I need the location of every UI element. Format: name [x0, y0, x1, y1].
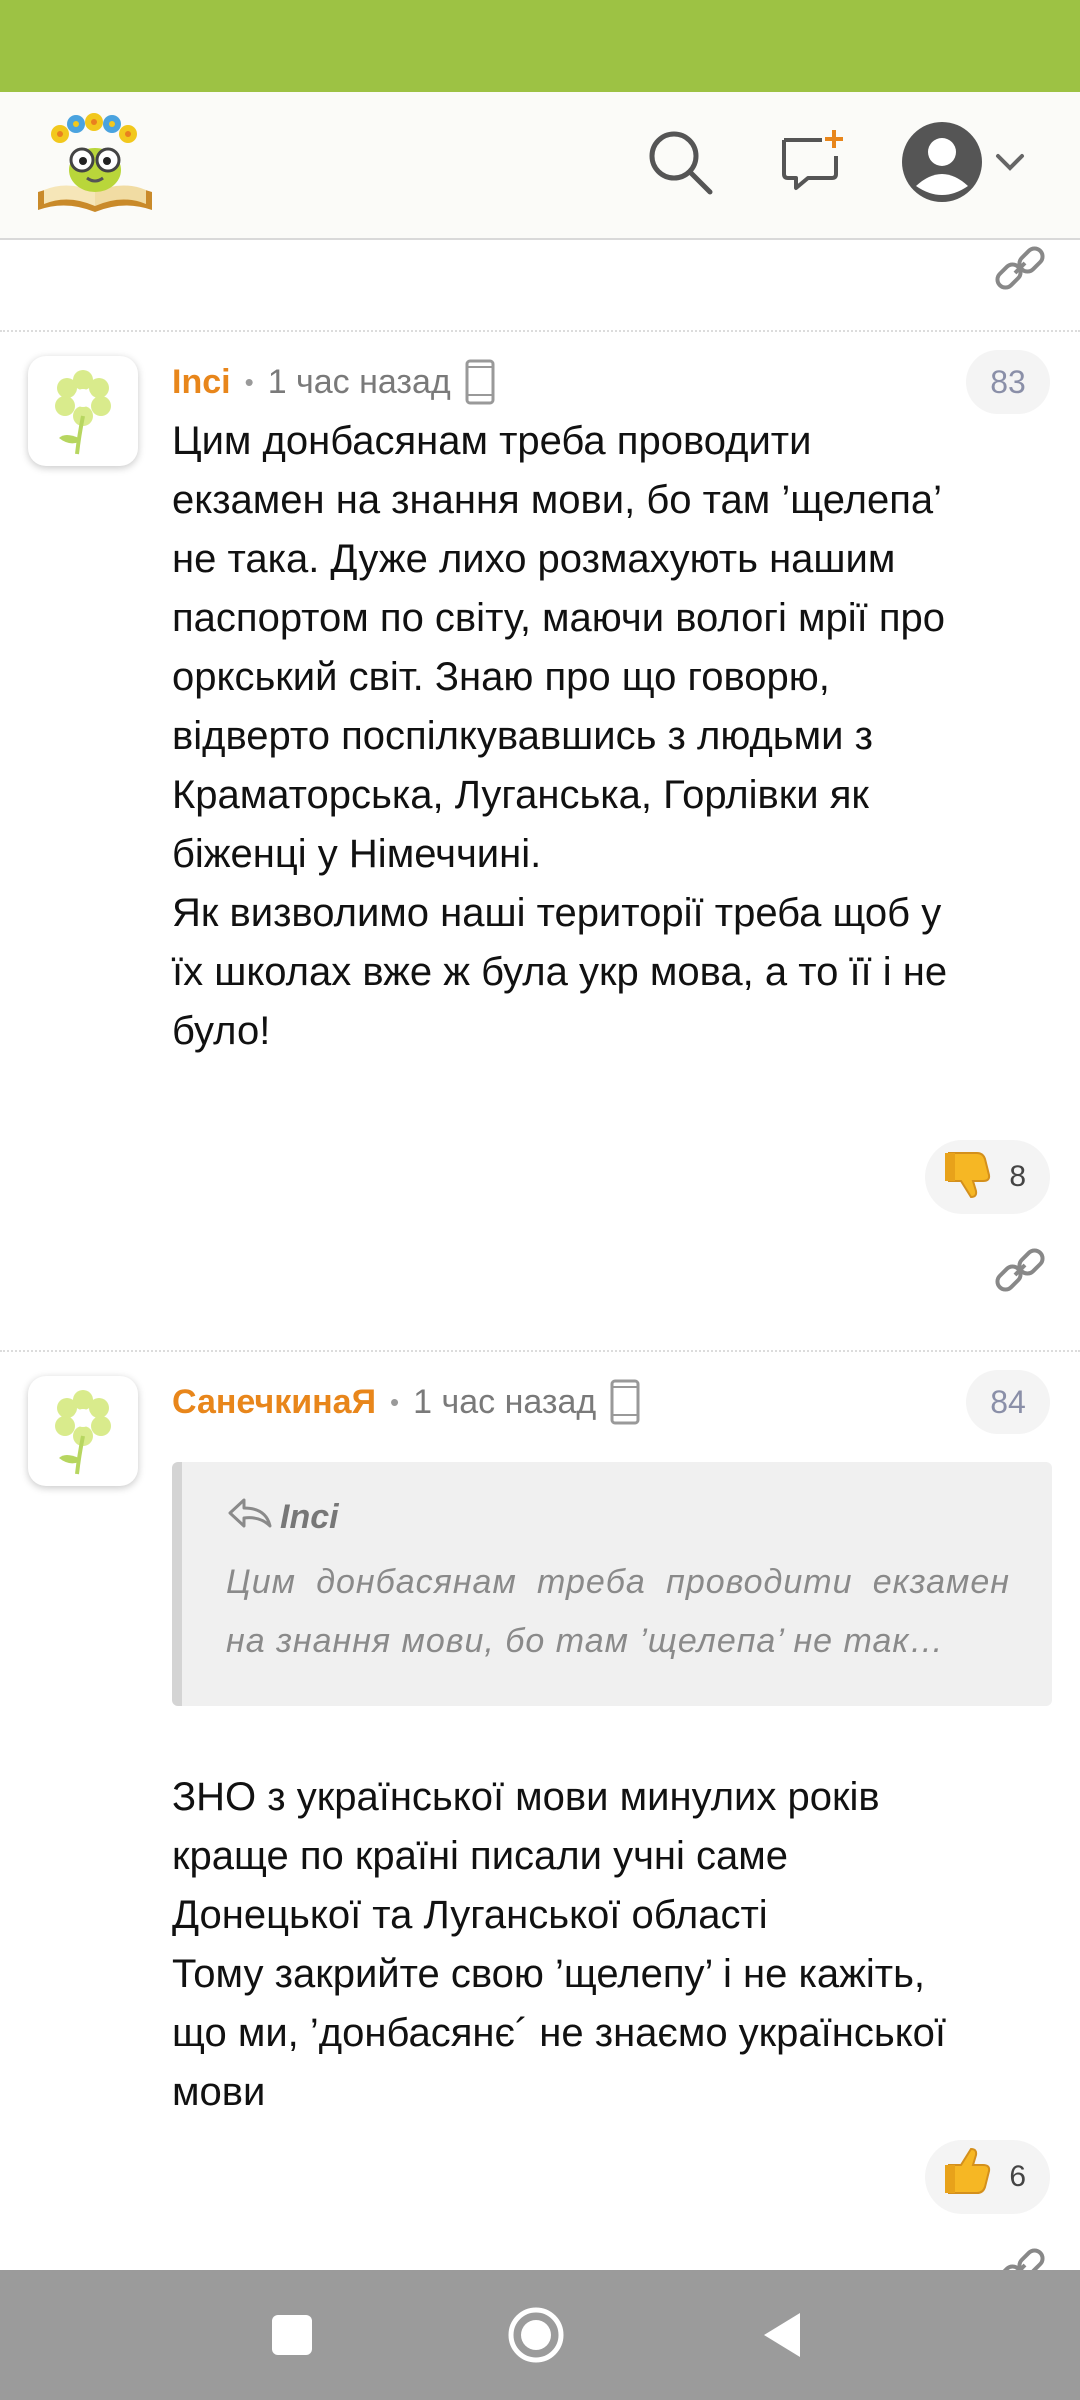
thumbs-down-icon — [943, 1147, 995, 1207]
meta-separator: • — [390, 1386, 400, 1417]
dislike-button[interactable]: 8 — [925, 1140, 1050, 1214]
recent-apps-icon[interactable] — [262, 2305, 322, 2365]
home-icon[interactable] — [506, 2305, 566, 2365]
thumbs-up-icon — [943, 2147, 995, 2207]
link-icon[interactable] — [990, 2240, 1050, 2270]
comment-meta: СанечкинаЯ • 1 час назад — [172, 1377, 640, 1427]
quote-author: Inci — [280, 1498, 339, 1536]
comment-divider — [0, 1350, 1080, 1352]
comment-time: 1 час назад — [413, 1382, 597, 1421]
author-name[interactable]: Inci — [172, 363, 231, 402]
flower-icon — [55, 1390, 111, 1475]
author-name[interactable]: СанечкинаЯ — [172, 1383, 376, 1422]
quoted-comment[interactable]: Inci Цим донбасянам треба проводити екза… — [172, 1462, 1052, 1706]
like-button[interactable]: 6 — [925, 2140, 1050, 2214]
comment-number-badge[interactable]: 83 — [966, 350, 1050, 414]
comment-meta: Inci • 1 час назад — [172, 357, 495, 407]
comment-84: СанечкинаЯ • 1 час назад 84 Inci Цим дон… — [0, 1370, 1080, 2270]
quote-text: Цим донбасянам треба проводити екзамен н… — [226, 1563, 1010, 1660]
system-navigation-bar — [0, 2270, 1080, 2400]
avatar[interactable] — [28, 1376, 138, 1486]
comment-text: ЗНО з української мови минулих років кра… — [172, 1775, 947, 2114]
comment-83: Inci • 1 час назад 83 Цим донбасянам тре… — [0, 350, 1080, 1350]
link-icon[interactable] — [990, 240, 1050, 298]
status-bar — [0, 0, 1080, 92]
reaction-count: 8 — [1009, 1160, 1026, 1193]
meta-separator: • — [244, 366, 254, 397]
comments-feed: Inci • 1 час назад 83 Цим донбасянам тре… — [0, 240, 1080, 2270]
comment-divider — [0, 330, 1080, 332]
reaction-count: 6 — [1009, 2160, 1026, 2193]
avatar[interactable] — [28, 356, 138, 466]
comment-text: Цим донбасянам треба проводити екзамен н… — [172, 419, 948, 1053]
quote-author-line: Inci — [226, 1496, 1010, 1539]
mobile-device-icon — [610, 1379, 640, 1425]
back-icon[interactable] — [752, 2305, 812, 2365]
link-icon[interactable] — [990, 1240, 1050, 1300]
comment-number-badge[interactable]: 84 — [966, 1370, 1050, 1434]
bookworm-logo-icon[interactable] — [30, 110, 160, 220]
search-icon[interactable] — [640, 122, 720, 202]
app-header — [0, 92, 1080, 240]
mobile-device-icon — [465, 359, 495, 405]
flower-icon — [55, 370, 111, 455]
chat-plus-icon[interactable] — [772, 122, 852, 202]
reply-arrow-icon — [226, 1496, 272, 1539]
comment-time: 1 час назад — [267, 362, 451, 401]
user-avatar-icon[interactable] — [900, 122, 1040, 202]
